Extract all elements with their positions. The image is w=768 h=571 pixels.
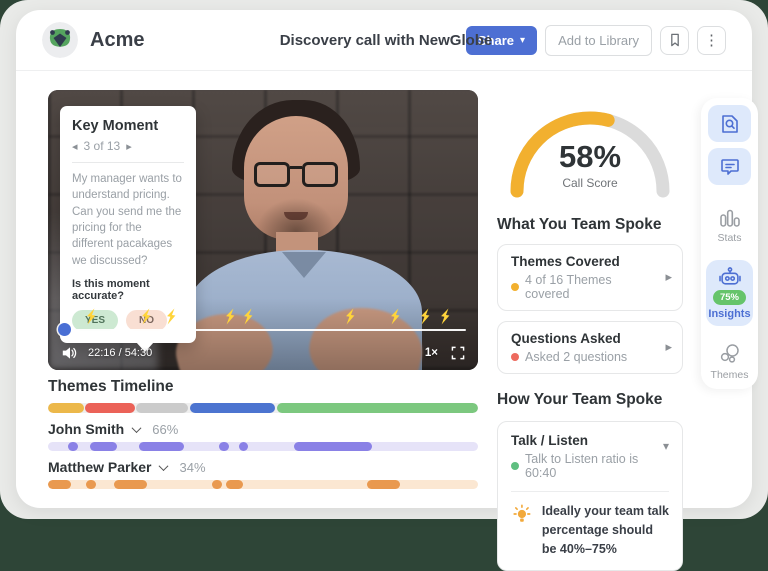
- key-moment-markers[interactable]: [48, 307, 478, 325]
- stats-bars-icon: [718, 207, 742, 229]
- time-display: 22:16 / 54:30: [88, 347, 152, 359]
- robot-icon: [717, 267, 743, 288]
- status-dot: [511, 283, 519, 291]
- speaker-row-matthew: Matthew Parker 34%: [48, 459, 478, 475]
- talk-percentage: 66%: [152, 422, 178, 437]
- themes-timeline-section: Themes Timeline John Smith 66% Matthew P…: [48, 378, 478, 489]
- sidebar-label: Insights: [708, 308, 750, 320]
- status-dot: [511, 353, 519, 361]
- speaker-name: Matthew Parker: [48, 459, 151, 475]
- themes-color-bar[interactable]: [48, 403, 478, 413]
- call-score-caption: Call Score: [505, 176, 675, 190]
- section-heading-how: How Your Team Spoke: [497, 391, 683, 409]
- chevron-down-icon: ▾: [663, 439, 669, 453]
- sidebar-item-transcript-search[interactable]: [708, 105, 751, 142]
- card-subtext: 4 of 16 Themes covered: [525, 273, 656, 301]
- bubbles-icon: [718, 342, 742, 366]
- acme-logo-icon: [42, 22, 78, 58]
- speaker-track-john[interactable]: [48, 442, 478, 451]
- chevron-right-icon: ▸: [665, 339, 672, 354]
- key-moment-pager: ◂ 3 of 13 ▸: [72, 139, 184, 153]
- accuracy-question: Is this moment accurate?: [72, 278, 184, 302]
- more-options-button[interactable]: ⋮: [697, 26, 726, 55]
- card-divider: [511, 491, 669, 492]
- section-heading-what: What You Team Spoke: [497, 216, 683, 234]
- call-title: Discovery call with NewGlobe: [271, 32, 501, 49]
- card-title: Talk / Listen: [511, 433, 669, 448]
- tip-text: Ideally your team talk percentage should…: [542, 502, 669, 558]
- themes-timeline-title: Themes Timeline: [48, 378, 478, 396]
- bookmark-icon: [667, 32, 683, 48]
- bookmark-button[interactable]: [660, 26, 689, 55]
- video-controls: 22:16 / 54:30 1×: [60, 345, 466, 361]
- call-score-gauge: 58% Call Score: [505, 99, 675, 199]
- moment-counter: 3 of 13: [84, 139, 121, 153]
- header-actions: Share ▾ Add to Library ⋮: [466, 25, 726, 56]
- card-title: Questions Asked: [511, 331, 656, 346]
- talk-percentage: 34%: [179, 460, 205, 475]
- chevron-right-icon: ▸: [665, 269, 672, 284]
- chevron-down-icon[interactable]: [159, 461, 169, 471]
- card-title: Themes Covered: [511, 254, 656, 269]
- lightbulb-icon: [511, 502, 533, 526]
- chevron-down-icon[interactable]: [132, 423, 142, 433]
- insights-score-badge: 75%: [713, 290, 746, 305]
- questions-asked-card[interactable]: Questions Asked Asked 2 questions ▸: [497, 321, 683, 374]
- tools-sidebar: Stats 75% Insights Themes: [701, 98, 758, 389]
- next-moment-arrow-icon[interactable]: ▸: [126, 140, 132, 153]
- playback-speed-button[interactable]: 1×: [425, 347, 438, 359]
- share-caret-icon: ▾: [520, 35, 525, 46]
- sidebar-item-stats[interactable]: Stats: [718, 207, 742, 244]
- call-score-value: 58%: [505, 139, 675, 175]
- volume-icon[interactable]: [60, 345, 80, 361]
- sidebar-item-insights[interactable]: 75% Insights: [706, 260, 753, 326]
- sidebar-label: Stats: [718, 232, 742, 244]
- fullscreen-icon[interactable]: [450, 345, 466, 361]
- kebab-icon: ⋮: [704, 31, 719, 49]
- org-name: Acme: [90, 29, 144, 52]
- key-moment-title: Key Moment: [72, 118, 184, 134]
- app-window: Acme Discovery call with NewGlobe Share …: [0, 0, 768, 519]
- speaker-row-john: John Smith 66%: [48, 421, 478, 437]
- document-search-icon: [719, 113, 741, 135]
- card-subtext: Talk to Listen ratio is 60:40: [525, 452, 669, 480]
- seek-bar[interactable]: [60, 329, 466, 332]
- key-moment-text: My manager wants to understand pricing. …: [72, 171, 184, 269]
- talk-listen-card: Talk / Listen Talk to Listen ratio is 60…: [497, 421, 683, 571]
- talk-listen-header[interactable]: Talk / Listen Talk to Listen ratio is 60…: [511, 433, 669, 480]
- popup-divider: [72, 162, 184, 163]
- insights-panel: 58% Call Score What You Team Spoke Theme…: [497, 95, 683, 571]
- themes-covered-card[interactable]: Themes Covered 4 of 16 Themes covered ▸: [497, 244, 683, 311]
- card-subtext: Asked 2 questions: [525, 350, 627, 364]
- comment-icon: [719, 156, 741, 178]
- prev-moment-arrow-icon[interactable]: ◂: [72, 140, 78, 153]
- sidebar-label: Themes: [711, 369, 749, 381]
- speaker-name: John Smith: [48, 421, 124, 437]
- header: Acme Discovery call with NewGlobe Share …: [16, 10, 752, 71]
- status-dot: [511, 462, 519, 470]
- sidebar-item-themes[interactable]: Themes: [711, 342, 749, 381]
- add-to-library-button[interactable]: Add to Library: [545, 25, 652, 56]
- sidebar-item-comments[interactable]: [708, 148, 751, 185]
- video-player[interactable]: Key Moment ◂ 3 of 13 ▸ My manager wants …: [48, 90, 478, 370]
- call-review-card: Acme Discovery call with NewGlobe Share …: [16, 10, 752, 508]
- speaker-track-matthew[interactable]: [48, 480, 478, 489]
- coaching-tip: Ideally your team talk percentage should…: [511, 502, 669, 558]
